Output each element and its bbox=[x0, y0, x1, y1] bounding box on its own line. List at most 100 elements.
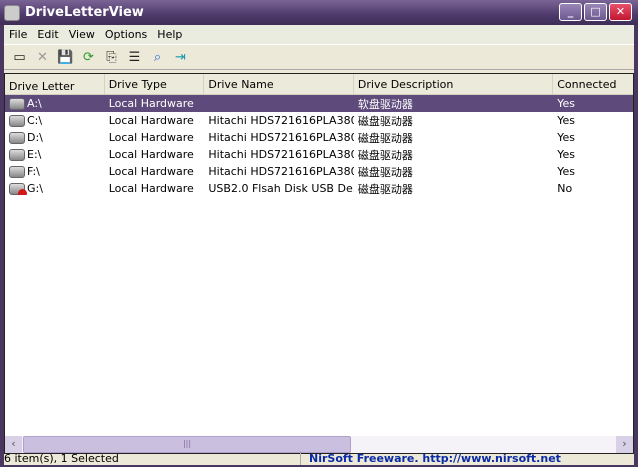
connected-cell-text: Yes bbox=[557, 165, 576, 178]
delete-icon[interactable]: ✕ bbox=[33, 48, 52, 67]
toolbar: ▭ ✕ 💾 ⟳ ⎘ ☰ ⌕ ⇥ bbox=[4, 44, 634, 70]
status-bar: 6 item(s), 1 Selected NirSoft Freeware. … bbox=[0, 451, 638, 465]
drive-letter-cell-text: A:\ bbox=[27, 97, 42, 110]
maximize-button[interactable]: □ bbox=[584, 3, 607, 21]
drive-type-cell: Local Hardware bbox=[105, 114, 205, 127]
drive-type-cell: Local Hardware bbox=[105, 131, 205, 144]
table-row[interactable]: C:\ Local Hardware Hitachi HDS721616PLA380… bbox=[5, 112, 633, 129]
usb-drive-icon bbox=[9, 182, 27, 195]
drive-name-cell: Hitachi HDS721616PLA380 bbox=[204, 131, 354, 144]
connected-cell-text: Yes bbox=[557, 131, 576, 144]
menu-options[interactable]: Options bbox=[100, 28, 152, 41]
menu-help[interactable]: Help bbox=[152, 28, 187, 41]
drive-description-cell: 磁盘驱动器 bbox=[354, 130, 553, 146]
drive-letter-cell-text: D:\ bbox=[27, 131, 43, 144]
menu-view[interactable]: View bbox=[64, 28, 100, 41]
drive-type-cell: Local Hardware bbox=[105, 182, 205, 195]
refresh-icon[interactable]: ⟳ bbox=[79, 48, 98, 67]
drive-description-cell-text: 磁盘驱动器 bbox=[357, 114, 413, 128]
column-drive-description[interactable]: Drive Description bbox=[354, 74, 554, 94]
drive-description-cell-text: 磁盘驱动器 bbox=[357, 165, 413, 179]
connected-cell-text: No bbox=[557, 182, 573, 195]
drive-type-cell-text: Local Hardware bbox=[108, 97, 194, 110]
drive-type-cell: Local Hardware bbox=[105, 165, 205, 178]
drive-description-cell: 软盘驱动器 bbox=[354, 96, 553, 112]
find-icon[interactable]: ⌕ bbox=[148, 48, 167, 67]
drive-list[interactable]: Drive Letter Drive Type Drive Name Drive… bbox=[4, 73, 634, 454]
floppy-drive-icon bbox=[9, 97, 25, 110]
hard-drive-icon bbox=[9, 165, 25, 178]
drive-letter-cell-text: F:\ bbox=[27, 165, 40, 178]
drive-icon[interactable]: ▭ bbox=[10, 48, 29, 67]
status-count: 6 item(s), 1 Selected bbox=[4, 452, 119, 465]
drive-type-cell-text: Local Hardware bbox=[108, 131, 194, 144]
drive-name-cell: Hitachi HDS721616PLA380 bbox=[204, 114, 354, 127]
drive-name-cell-text: Hitachi HDS721616PLA380 bbox=[208, 165, 354, 178]
drive-letter-cell-text: C:\ bbox=[27, 114, 43, 127]
connected-cell-text: Yes bbox=[557, 97, 576, 110]
drive-description-cell-text: 磁盘驱动器 bbox=[357, 148, 413, 162]
connected-cell: Yes bbox=[553, 148, 633, 161]
menu-edit[interactable]: Edit bbox=[32, 28, 63, 41]
drive-name-cell-text: Hitachi HDS721616PLA380 bbox=[208, 148, 354, 161]
hard-drive-icon bbox=[9, 114, 25, 127]
drive-description-cell-text: 磁盘驱动器 bbox=[357, 182, 413, 196]
list-header: Drive Letter Drive Type Drive Name Drive… bbox=[5, 74, 633, 95]
drive-name-cell: Hitachi HDS721616PLA380 bbox=[204, 148, 354, 161]
app-icon bbox=[4, 4, 20, 21]
table-row[interactable]: F:\ Local Hardware Hitachi HDS721616PLA380… bbox=[5, 163, 633, 180]
nirsoft-link[interactable]: NirSoft Freeware. http://www.nirsoft.net bbox=[300, 451, 638, 465]
copy-icon[interactable]: ⎘ bbox=[102, 48, 121, 67]
close-button[interactable]: ✕ bbox=[609, 3, 632, 21]
connected-cell: Yes bbox=[553, 131, 633, 144]
hard-drive-icon bbox=[9, 148, 25, 161]
drive-letter-cell: G:\ bbox=[5, 182, 105, 195]
drive-letter-cell-text: E:\ bbox=[27, 148, 42, 161]
table-row[interactable]: A:\ Local Hardware 软盘驱动器 Yes bbox=[5, 95, 633, 112]
drive-description-cell: 磁盘驱动器 bbox=[354, 147, 553, 163]
table-row[interactable]: E:\ Local Hardware Hitachi HDS721616PLA380… bbox=[5, 146, 633, 163]
connected-cell: No bbox=[553, 182, 633, 195]
drive-type-cell-text: Local Hardware bbox=[108, 165, 194, 178]
table-row[interactable]: G:\ Local Hardware USB2.0 Flsah Disk USB D… bbox=[5, 180, 633, 197]
column-drive-type[interactable]: Drive Type bbox=[105, 74, 205, 94]
save-icon[interactable]: 💾 bbox=[56, 48, 75, 67]
drive-letter-cell: E:\ bbox=[5, 148, 105, 161]
drive-name-cell: USB2.0 Flsah Disk USB De... bbox=[204, 182, 354, 195]
properties-icon[interactable]: ☰ bbox=[125, 48, 144, 67]
exit-icon[interactable]: ⇥ bbox=[171, 48, 190, 67]
drive-name-cell-text: Hitachi HDS721616PLA380 bbox=[208, 114, 354, 127]
drive-letter-cell: D:\ bbox=[5, 131, 105, 144]
drive-description-cell: 磁盘驱动器 bbox=[354, 113, 553, 129]
drive-type-cell-text: Local Hardware bbox=[108, 148, 194, 161]
column-drive-letter[interactable]: Drive Letter bbox=[5, 74, 105, 94]
drive-letter-cell-text: G:\ bbox=[27, 182, 43, 195]
connected-cell: Yes bbox=[553, 97, 633, 110]
column-drive-name[interactable]: Drive Name bbox=[204, 74, 354, 94]
connected-cell-text: Yes bbox=[557, 114, 576, 127]
client-area: File Edit View Options Help ▭ ✕ 💾 ⟳ ⎘ ☰ … bbox=[4, 25, 634, 465]
hard-drive-icon bbox=[9, 131, 25, 144]
drive-letter-cell: C:\ bbox=[5, 114, 105, 127]
drive-name-cell-text: Hitachi HDS721616PLA380 bbox=[208, 131, 354, 144]
drive-letter-cell: F:\ bbox=[5, 165, 105, 178]
drive-type-cell: Local Hardware bbox=[105, 148, 205, 161]
table-row[interactable]: D:\ Local Hardware Hitachi HDS721616PLA380… bbox=[5, 129, 633, 146]
title-bar: DriveLetterView _ □ ✕ bbox=[0, 0, 638, 25]
connected-cell: Yes bbox=[553, 114, 633, 127]
drive-name-cell-text: USB2.0 Flsah Disk USB De... bbox=[208, 182, 354, 195]
connected-cell: Yes bbox=[553, 165, 633, 178]
drive-description-cell-text: 软盘驱动器 bbox=[357, 97, 413, 111]
drive-name-cell: Hitachi HDS721616PLA380 bbox=[204, 165, 354, 178]
drive-description-cell: 磁盘驱动器 bbox=[354, 181, 553, 197]
drive-type-cell-text: Local Hardware bbox=[108, 114, 194, 127]
drive-description-cell: 磁盘驱动器 bbox=[354, 164, 553, 180]
drive-letter-cell: A:\ bbox=[5, 97, 105, 110]
minimize-button[interactable]: _ bbox=[559, 3, 582, 21]
menu-bar: File Edit View Options Help bbox=[4, 25, 634, 44]
window-title: DriveLetterView bbox=[25, 5, 144, 20]
drive-type-cell: Local Hardware bbox=[105, 97, 205, 110]
menu-file[interactable]: File bbox=[4, 28, 32, 41]
drive-type-cell-text: Local Hardware bbox=[108, 182, 194, 195]
column-connected[interactable]: Connected bbox=[553, 74, 633, 94]
